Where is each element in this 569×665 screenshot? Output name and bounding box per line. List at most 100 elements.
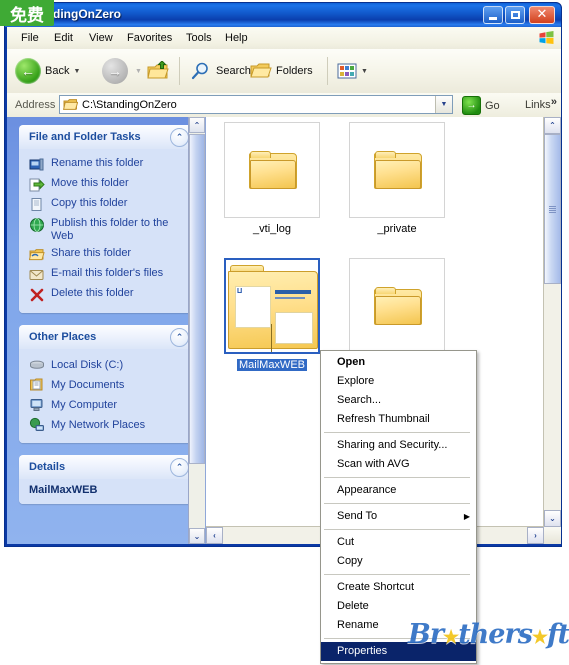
file-item-private[interactable]: _private	[347, 122, 447, 235]
context-menu-item-rename[interactable]: Rename	[321, 616, 476, 635]
copy-icon	[29, 197, 45, 213]
sidebar-scroll-down-button[interactable]: ⌄	[189, 528, 205, 544]
context-menu-item-scan-with-avg[interactable]: Scan with AVG	[321, 455, 476, 474]
panel-header-file-folder-tasks[interactable]: File and Folder Tasks ⌃	[19, 125, 195, 149]
back-dropdown-icon[interactable]: ▼	[73, 68, 80, 75]
task-move-this-folder[interactable]: Move this folder	[19, 175, 195, 195]
delete-x-icon	[29, 287, 45, 303]
watermark-part3: ft	[547, 619, 569, 650]
place-label: My Network Places	[51, 418, 146, 431]
collapse-chevron-icon[interactable]: ⌃	[170, 458, 189, 477]
place-local-disk-c[interactable]: Local Disk (C:)	[19, 355, 195, 375]
context-menu-item-send-to[interactable]: Send To ▶	[321, 507, 476, 526]
back-arrow-icon: ←	[15, 58, 41, 84]
my-computer-icon	[29, 397, 45, 413]
context-menu-separator	[324, 503, 470, 504]
context-menu-item-properties[interactable]: Properties	[321, 642, 476, 661]
menu-help[interactable]: Help	[221, 31, 252, 45]
task-publish-this-folder-to-the-web[interactable]: Publish this folder to the Web	[19, 215, 195, 245]
menu-favorites[interactable]: Favorites	[123, 31, 176, 45]
folders-icon	[250, 63, 272, 78]
scroll-up-button[interactable]: ⌃	[544, 117, 561, 134]
panel-header-other-places[interactable]: Other Places ⌃	[19, 325, 195, 349]
panel-body-details: MailMaxWEB	[19, 479, 195, 504]
views-dropdown-icon[interactable]: ▼	[361, 68, 368, 75]
maximize-button[interactable]	[505, 6, 525, 24]
context-menu-item-sharing-and-security[interactable]: Sharing and Security...	[321, 436, 476, 455]
collapse-chevron-icon[interactable]: ⌃	[170, 328, 189, 347]
sidebar-scrollbar[interactable]: ⌃ ⌄	[188, 117, 205, 544]
place-my-network-places[interactable]: My Network Places	[19, 415, 195, 435]
menu-view[interactable]: View	[85, 31, 117, 45]
task-pane: File and Folder Tasks ⌃ Rename this fold…	[7, 117, 205, 544]
scroll-down-button[interactable]: ⌄	[544, 510, 561, 527]
scroll-left-button[interactable]: ‹	[206, 527, 223, 544]
address-label: Address	[15, 99, 56, 111]
folders-button[interactable]: Folders	[250, 54, 313, 88]
vertical-scroll-thumb[interactable]	[544, 134, 561, 284]
address-input[interactable]: C:\StandingOnZero ▼	[59, 95, 453, 114]
collapse-chevron-icon[interactable]: ⌃	[170, 128, 189, 147]
file-list-vertical-scrollbar[interactable]: ⌃ ⌄	[543, 117, 561, 527]
context-menu-item-open[interactable]: Open	[321, 353, 476, 372]
go-button[interactable]: → Go	[462, 96, 500, 115]
context-menu-item-appearance[interactable]: Appearance	[321, 481, 476, 500]
my-documents-icon	[29, 377, 45, 393]
context-menu[interactable]: Open Explore Search... Refresh Thumbnail…	[320, 350, 477, 664]
task-rename-this-folder[interactable]: Rename this folder	[19, 155, 195, 175]
minimize-button[interactable]	[483, 6, 503, 24]
menu-edit[interactable]: Edit	[50, 31, 77, 45]
menu-file[interactable]: File	[17, 31, 43, 45]
file-name-label: _private	[377, 223, 417, 235]
task-delete-this-folder[interactable]: Delete this folder	[19, 285, 195, 305]
place-my-documents[interactable]: My Documents	[19, 375, 195, 395]
context-menu-item-cut[interactable]: Cut	[321, 533, 476, 552]
forward-dropdown-icon: ▼	[135, 67, 142, 75]
menu-tools[interactable]: Tools	[182, 31, 216, 45]
context-menu-item-label: Send To	[337, 510, 378, 522]
task-label: Copy this folder	[51, 197, 128, 209]
maximize-icon	[510, 11, 520, 19]
file-name-label: _vti_log	[253, 223, 291, 235]
task-label: Move this folder	[51, 177, 129, 189]
place-my-computer[interactable]: My Computer	[19, 395, 195, 415]
task-label: E-mail this folder's files	[51, 267, 164, 279]
title-bar[interactable]: StandingOnZero ✕	[5, 3, 561, 27]
links-chevron-icon[interactable]: »	[551, 96, 557, 108]
context-menu-separator	[324, 574, 470, 575]
context-menu-item-create-shortcut[interactable]: Create Shortcut	[321, 578, 476, 597]
search-label: Search	[216, 65, 251, 77]
forward-arrow-icon: →	[102, 58, 128, 84]
panel-header-details[interactable]: Details ⌃	[19, 455, 195, 479]
up-button[interactable]	[147, 54, 169, 88]
context-menu-item-explore[interactable]: Explore	[321, 372, 476, 391]
task-email-this-folders-files[interactable]: E-mail this folder's files	[19, 265, 195, 285]
back-button[interactable]: ← Back ▼	[15, 54, 80, 88]
task-copy-this-folder[interactable]: Copy this folder	[19, 195, 195, 215]
close-button[interactable]: ✕	[529, 6, 555, 24]
search-button[interactable]: Search	[190, 54, 251, 88]
task-share-this-folder[interactable]: Share this folder	[19, 245, 195, 265]
submenu-arrow-icon: ▶	[463, 512, 470, 521]
scroll-right-button[interactable]: ›	[527, 527, 544, 544]
file-item-vti-log[interactable]: _vti_log	[222, 122, 322, 235]
context-menu-item-search[interactable]: Search...	[321, 391, 476, 410]
sidebar-scroll-up-button[interactable]: ⌃	[189, 117, 205, 133]
panel-body-file-folder-tasks: Rename this folder Move this folder Copy…	[19, 149, 195, 313]
context-menu-item-refresh-thumbnail[interactable]: Refresh Thumbnail	[321, 410, 476, 429]
views-button[interactable]: ▼	[337, 54, 368, 88]
file-name-label-selected: MailMaxWEB	[236, 359, 307, 371]
thumbnail-box	[349, 258, 445, 354]
address-dropdown-button[interactable]: ▼	[435, 96, 452, 113]
place-label: Local Disk (C:)	[51, 358, 124, 371]
menu-bar: File Edit View Favorites Tools Help	[7, 27, 561, 50]
forward-button[interactable]: → ▼	[102, 54, 142, 88]
context-menu-item-delete[interactable]: Delete	[321, 597, 476, 616]
toolbar: ← Back ▼ → ▼ Search Folders ▼	[7, 49, 561, 94]
folder-icon	[249, 151, 297, 189]
links-label[interactable]: Links	[525, 99, 551, 111]
scrollbar-corner	[544, 527, 561, 544]
sidebar-scroll-thumb[interactable]	[189, 134, 205, 464]
context-menu-item-copy[interactable]: Copy	[321, 552, 476, 571]
file-item-mailmaxweb[interactable]: LI MailMaxWEB	[222, 258, 322, 371]
